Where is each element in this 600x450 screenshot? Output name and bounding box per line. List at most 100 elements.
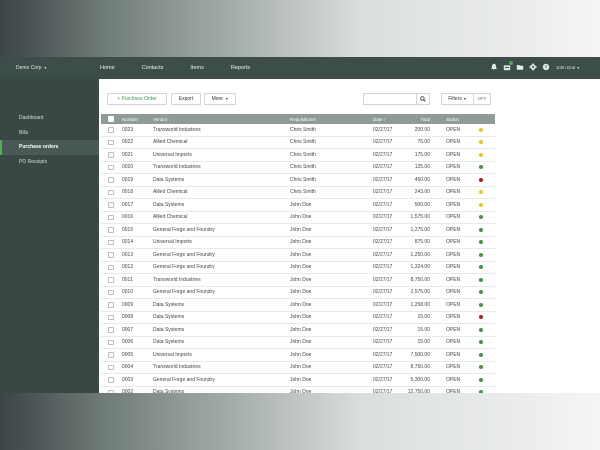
- cell-total: 1,324.00: [410, 264, 430, 271]
- nav-home[interactable]: Home: [100, 65, 115, 71]
- table-row[interactable]: 0006 Data Systems John Doe 02/27/17 15.00 OPE…: [101, 337, 495, 349]
- company-switcher[interactable]: Demo Corp ▼: [16, 65, 47, 71]
- header-total[interactable]: Total: [401, 114, 430, 124]
- row-checkbox[interactable]: [108, 327, 114, 333]
- header-status[interactable]: Status: [446, 114, 459, 124]
- help-icon[interactable]: ?: [542, 63, 550, 71]
- row-checkbox[interactable]: [108, 277, 114, 283]
- nav-reports[interactable]: Reports: [231, 65, 250, 71]
- status-indicator-green: [479, 352, 483, 357]
- row-checkbox[interactable]: [108, 352, 114, 358]
- table-row[interactable]: 0019 Data Systems Chris Smith 02/27/17 450.0…: [101, 174, 495, 187]
- main-nav: Home Contacts Items Reports: [100, 65, 277, 71]
- select-all-checkbox[interactable]: [108, 116, 114, 122]
- row-checkbox[interactable]: [108, 377, 114, 383]
- row-checkbox[interactable]: [108, 127, 114, 133]
- cell-number: 0002: [122, 389, 134, 393]
- table-row[interactable]: 0020 Transworld Industries Chris Smith 02/2…: [101, 162, 495, 174]
- table-row[interactable]: 0018 Allied Chemical Chris Smith 02/27/17 24…: [101, 187, 495, 199]
- sidebar-item-purchase-orders[interactable]: Purchase orders: [0, 140, 99, 155]
- cell-total: 12,750.00: [407, 389, 430, 393]
- sidebar-item-bills[interactable]: Bills: [0, 126, 99, 141]
- header-date[interactable]: Date ↑: [373, 114, 386, 124]
- search-input[interactable]: [363, 93, 417, 105]
- cell-indicator: [479, 287, 483, 299]
- row-checkbox[interactable]: [108, 152, 114, 158]
- table-row[interactable]: 0009 Data Systems John Doe 02/27/17 1,258.00…: [101, 299, 495, 312]
- table-row[interactable]: 0003 General Forge and Foundry John Doe 02/…: [101, 374, 495, 387]
- cell-status: OPEN: [446, 239, 461, 246]
- row-checkbox[interactable]: [108, 252, 114, 258]
- row-checkbox[interactable]: [108, 189, 114, 195]
- export-button[interactable]: Export: [171, 93, 201, 105]
- table-row[interactable]: 0021 Universal Imports Chris Smith 02/27/17…: [101, 149, 495, 162]
- cell-vendor: Transworld Industries: [153, 364, 201, 371]
- filters-toggle[interactable]: OFF: [473, 93, 491, 105]
- row-checkbox[interactable]: [108, 389, 114, 393]
- cell-date: 02/27/17: [373, 201, 393, 208]
- search-button[interactable]: [416, 93, 430, 105]
- table-row[interactable]: 0012 General Forge and Foundry John Doe 02/…: [101, 262, 495, 274]
- header-vendor[interactable]: Vendor: [153, 114, 167, 124]
- cell-vendor: Data Systems: [153, 326, 185, 333]
- row-checkbox[interactable]: [108, 302, 114, 308]
- cell-vendor: Data Systems: [153, 314, 185, 321]
- cell-status: OPEN: [446, 289, 461, 296]
- table-row[interactable]: 0002 Data Systems John Doe 02/27/17 12,750.0…: [101, 387, 495, 393]
- cell-number: 0012: [122, 264, 134, 271]
- table-row[interactable]: 0015 General Forge and Foundry John Doe 02/…: [101, 224, 495, 237]
- cell-requisitioner: John Doe: [290, 351, 312, 358]
- row-checkbox[interactable]: [108, 139, 114, 145]
- table-row[interactable]: 0007 Data Systems John Doe 02/27/17 15.00 OPE…: [101, 324, 495, 337]
- cell-total: 7,500.00: [410, 351, 430, 358]
- cell-total: 200.00: [414, 126, 430, 133]
- table-row[interactable]: 0013 General Forge and Foundry John Doe 02/…: [101, 249, 495, 262]
- table-row[interactable]: 0004 Transworld Industries John Doe 02/27/1…: [101, 362, 495, 374]
- row-checkbox[interactable]: [108, 289, 114, 295]
- table-row[interactable]: 0014 Universal Imports John Doe 02/27/17 875…: [101, 237, 495, 249]
- cell-date: 02/27/17: [373, 126, 393, 133]
- gear-icon[interactable]: [529, 63, 537, 71]
- table-row[interactable]: 0005 Universal Imports John Doe 02/27/17 7,5…: [101, 349, 495, 362]
- row-checkbox[interactable]: [108, 227, 114, 233]
- table-row[interactable]: 0017 Data Systems John Doe 02/27/17 500.00 OP…: [101, 199, 495, 212]
- filters-button[interactable]: Filters ▼: [441, 93, 474, 105]
- row-checkbox[interactable]: [108, 239, 114, 245]
- cell-indicator: [479, 237, 483, 249]
- cell-total: 125.00: [414, 164, 430, 171]
- table-body: 0023 Transworld Industries Chris Smith 02/2…: [101, 124, 495, 393]
- add-purchase-order-button[interactable]: + Purchase Order: [107, 93, 167, 105]
- table-row[interactable]: 0011 Transworld Industries John Doe 02/27/1…: [101, 274, 495, 287]
- cell-requisitioner: Chris Smith: [290, 139, 316, 146]
- bell-icon[interactable]: [490, 63, 498, 71]
- table-row[interactable]: 0023 Transworld Industries Chris Smith 02/2…: [101, 124, 495, 137]
- cell-status: OPEN: [446, 151, 461, 158]
- table-row[interactable]: 0010 General Forge and Foundry John Doe 02/…: [101, 287, 495, 299]
- header-number[interactable]: Number: [122, 114, 138, 124]
- row-checkbox[interactable]: [108, 164, 114, 170]
- cell-number: 0019: [122, 176, 134, 183]
- cell-indicator: [479, 324, 483, 336]
- cell-status: OPEN: [446, 139, 461, 146]
- cell-total: 243.00: [414, 189, 430, 196]
- row-checkbox[interactable]: [108, 177, 114, 183]
- row-checkbox[interactable]: [108, 214, 114, 220]
- table-row[interactable]: 0022 Allied Chemical Chris Smith 02/27/17 75…: [101, 137, 495, 149]
- user-menu[interactable]: John Doe ▼: [556, 65, 580, 70]
- row-checkbox[interactable]: [108, 264, 114, 270]
- cell-indicator: [479, 387, 483, 393]
- row-checkbox[interactable]: [108, 339, 114, 345]
- sidebar-item-po-receipts[interactable]: PO Receipts: [0, 155, 99, 170]
- more-button[interactable]: More ▼: [204, 93, 236, 105]
- nav-items[interactable]: Items: [190, 65, 203, 71]
- folder-icon[interactable]: [516, 63, 524, 71]
- row-checkbox[interactable]: [108, 314, 114, 320]
- header-requisitioner[interactable]: Requisitioner: [290, 114, 316, 124]
- nav-contacts[interactable]: Contacts: [142, 65, 164, 71]
- row-checkbox[interactable]: [108, 364, 114, 370]
- table-row[interactable]: 0016 Allied Chemical John Doe 02/27/17 1,575…: [101, 212, 495, 224]
- sidebar-item-dashboard[interactable]: Dashboard: [0, 111, 99, 126]
- row-checkbox[interactable]: [108, 202, 114, 208]
- table-row[interactable]: 0008 Data Systems John Doe 02/27/17 15.00 OPE…: [101, 312, 495, 324]
- inbox-icon[interactable]: [503, 61, 513, 71]
